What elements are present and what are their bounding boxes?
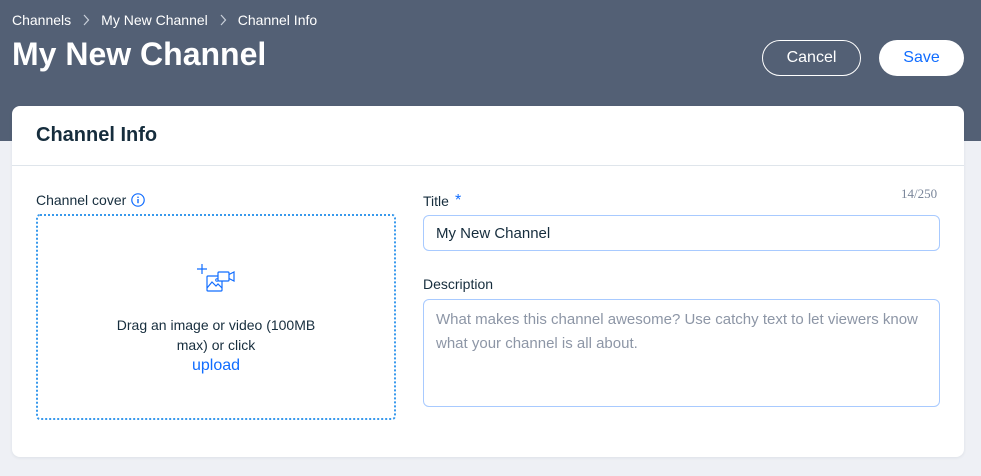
- breadcrumb-item-channel-info: Channel Info: [237, 12, 318, 28]
- chevron-right-icon: [71, 14, 101, 26]
- card-title: Channel Info: [36, 124, 158, 146]
- channel-cover-dropzone[interactable]: Drag an image or video (100MB max) or cl…: [36, 214, 396, 420]
- cancel-button[interactable]: Cancel: [762, 40, 861, 76]
- save-button[interactable]: Save: [879, 40, 964, 76]
- add-media-icon: [196, 262, 236, 301]
- page-title: My New Channel: [12, 36, 267, 72]
- channel-cover-label: Channel cover: [36, 192, 146, 208]
- breadcrumb-item-my-new-channel[interactable]: My New Channel: [101, 12, 208, 28]
- channel-info-card: Channel Info Channel cover Drag an image…: [12, 106, 964, 457]
- title-label: Title *: [423, 192, 461, 210]
- title-character-counter: 14/250: [901, 186, 938, 201]
- chevron-right-icon: [208, 14, 238, 26]
- breadcrumb: Channels My New Channel Channel Info: [12, 11, 317, 29]
- title-label-text: Title: [423, 193, 449, 209]
- title-input[interactable]: [423, 215, 940, 251]
- info-icon[interactable]: [131, 193, 146, 207]
- channel-cover-label-text: Channel cover: [36, 192, 127, 208]
- required-asterisk: *: [454, 192, 462, 209]
- dropzone-instructions: Drag an image or video (100MB max) or cl…: [116, 317, 316, 353]
- description-label-text: Description: [423, 276, 494, 292]
- upload-link[interactable]: upload: [192, 357, 240, 375]
- card-header: Channel Info: [12, 106, 964, 166]
- description-label: Description: [423, 276, 493, 292]
- description-textarea[interactable]: [423, 299, 940, 407]
- breadcrumb-item-channels[interactable]: Channels: [12, 12, 71, 28]
